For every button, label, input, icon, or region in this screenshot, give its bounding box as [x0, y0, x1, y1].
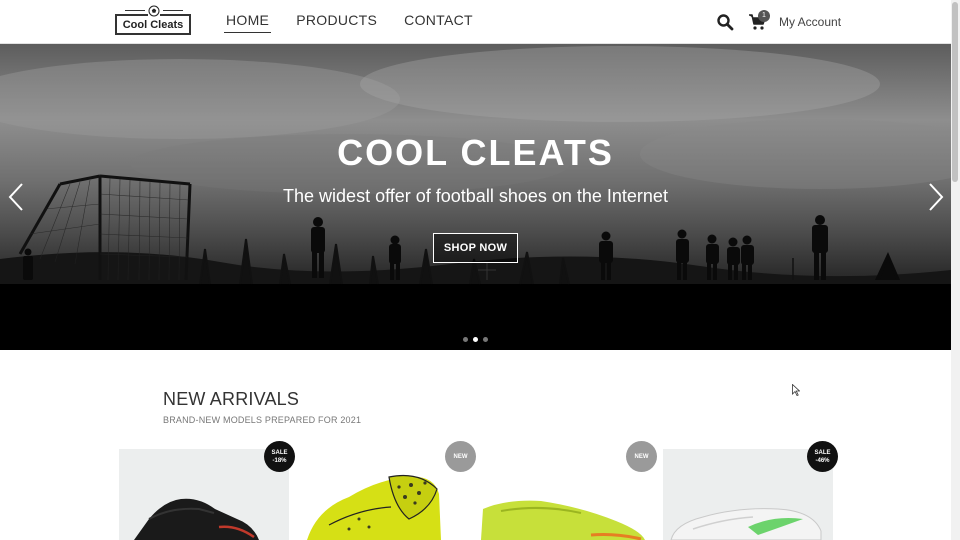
logo-line-left: [125, 10, 145, 11]
hero-title: COOL CLEATS: [337, 132, 614, 173]
slider-dot-3[interactable]: [483, 337, 488, 342]
football-icon: [148, 5, 160, 17]
slider-dot-2[interactable]: [473, 337, 478, 342]
product-image: [307, 474, 441, 540]
product-card-1[interactable]: [119, 449, 289, 540]
hero-slider: COOL CLEATS The widest offer of football…: [0, 44, 951, 350]
slider-dots: [463, 337, 488, 342]
hero-subtitle: The widest offer of football shoes on th…: [283, 186, 668, 206]
badge-label: NEW: [453, 453, 468, 460]
shop-now-button[interactable]: SHOP NOW: [433, 233, 518, 263]
logo-text: Cool Cleats: [122, 18, 184, 31]
slider-dot-1[interactable]: [463, 337, 468, 342]
product-image: [134, 498, 259, 540]
product-card-3[interactable]: [481, 449, 651, 540]
badge-label: SALE: [814, 449, 831, 456]
nav-home[interactable]: HOME: [224, 12, 272, 33]
badge-label: SALE: [271, 449, 288, 456]
mouse-cursor-icon: [792, 384, 800, 396]
section-title: NEW ARRIVALS: [163, 389, 300, 409]
nav-products[interactable]: PRODUCTS: [294, 12, 379, 33]
product-image: [481, 500, 645, 540]
main-nav: HOME PRODUCTS CONTACT: [224, 12, 475, 33]
sale-badge: SALE -46%: [807, 441, 838, 472]
nav-contact[interactable]: CONTACT: [402, 12, 475, 33]
page-scrollbar[interactable]: [951, 0, 960, 540]
my-account-link[interactable]: My Account: [779, 15, 841, 29]
badge-discount: -46%: [815, 457, 830, 464]
section-subtitle: BRAND-NEW MODELS PREPARED FOR 2021: [163, 415, 362, 425]
badge-label: NEW: [634, 453, 649, 460]
logo[interactable]: Cool Cleats: [115, 5, 191, 35]
cart-count-badge: 1: [758, 10, 770, 22]
scrollbar-thumb[interactable]: [952, 2, 958, 182]
new-badge: NEW: [626, 441, 657, 472]
new-badge: NEW: [445, 441, 476, 472]
badge-discount: -18%: [272, 457, 287, 464]
chevron-right-icon[interactable]: [928, 182, 944, 212]
logo-line-right: [163, 10, 183, 11]
chevron-left-icon[interactable]: [8, 182, 24, 212]
site-header: Cool Cleats HOME PRODUCTS CONTACT 1 My A…: [0, 0, 951, 44]
search-icon[interactable]: [716, 13, 734, 31]
product-card-2[interactable]: [299, 449, 469, 540]
sale-badge: SALE -18%: [264, 441, 295, 472]
